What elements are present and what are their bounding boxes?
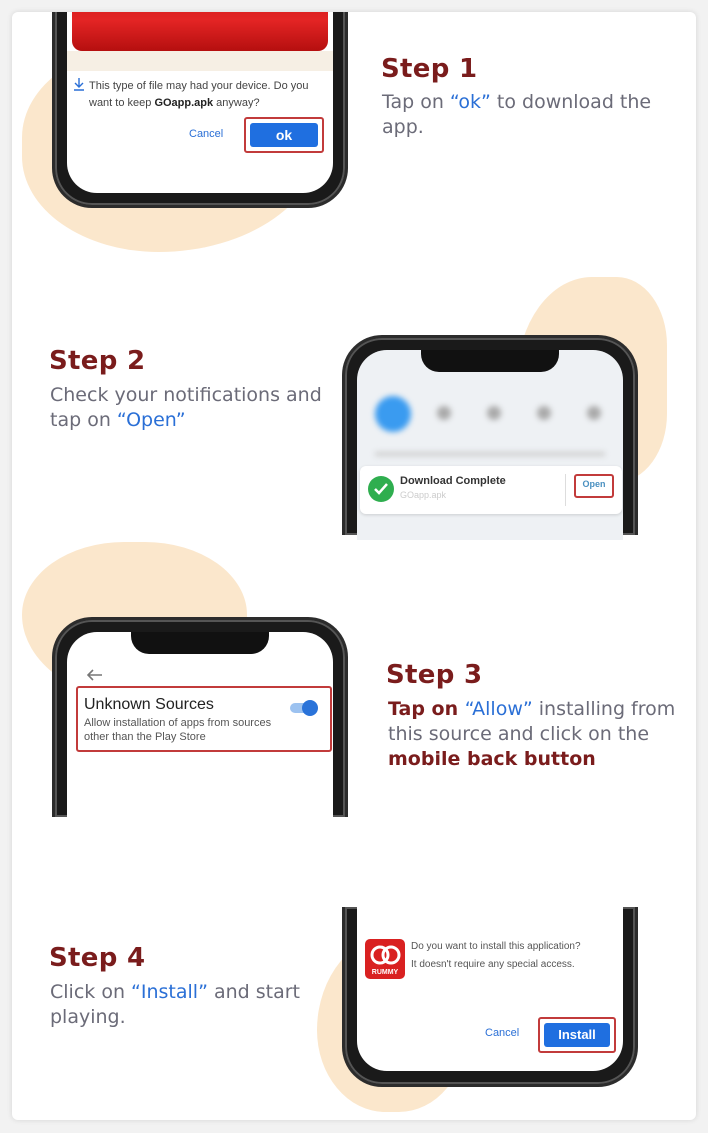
step3-title: Step 3 xyxy=(386,660,483,690)
step3-text-hl: “Allow” xyxy=(464,698,533,720)
notification-card[interactable]: Download Complete GOapp.apk Open xyxy=(360,466,622,514)
check-circle-icon xyxy=(368,476,394,502)
blurred-quick-settings xyxy=(357,372,623,472)
step2-text: Check your notifications and tap on “Ope… xyxy=(50,383,340,433)
install-question-2: It doesn't require any special access. xyxy=(411,959,575,970)
download-icon xyxy=(73,77,85,91)
notification-subtitle: GOapp.apk xyxy=(400,490,447,500)
step1-text: Tap on “ok” to download the app. xyxy=(382,90,682,140)
step2-title: Step 2 xyxy=(49,346,146,376)
step4-text-pre: Click on xyxy=(50,981,132,1003)
red-banner xyxy=(72,12,328,51)
banner-light xyxy=(67,51,333,71)
phone-notch-2 xyxy=(421,350,559,372)
step1-title: Step 1 xyxy=(381,54,478,84)
ok-button[interactable]: ok xyxy=(250,123,318,147)
rummy-app-icon: RUMMY xyxy=(365,939,405,979)
notification-divider xyxy=(565,474,566,506)
step2-text-hl: “Open” xyxy=(116,409,186,431)
phone-screen-4: RUMMY Do you want to install this applic… xyxy=(357,907,623,1071)
phone-frame-4: RUMMY Do you want to install this applic… xyxy=(342,907,638,1087)
phone-screen-3: Unknown Sources Allow installation of ap… xyxy=(67,632,333,822)
unknown-sources-title: Unknown Sources xyxy=(84,696,214,713)
phone-frame-1: This type of file may had your device. D… xyxy=(52,12,348,208)
step3-text: Tap on “Allow” installing from this sour… xyxy=(388,697,688,772)
phone-notch-3 xyxy=(131,632,269,654)
dialog-filename: GOapp.apk xyxy=(154,97,214,109)
back-arrow-icon[interactable] xyxy=(86,668,103,681)
step1-text-hl: “ok” xyxy=(449,91,491,113)
rummy-badge: RUMMY xyxy=(371,969,399,976)
step1-text-pre: Tap on xyxy=(382,91,450,113)
step3-text-a: Tap on xyxy=(388,698,465,720)
instructions-card: This type of file may had your device. D… xyxy=(12,12,696,1120)
phone-frame-3: Unknown Sources Allow installation of ap… xyxy=(52,617,348,822)
notification-title: Download Complete xyxy=(400,475,506,487)
phone-frame-2: Download Complete GOapp.apk Open xyxy=(342,335,638,540)
step4-text-hl: “Install” xyxy=(131,981,208,1003)
phone-screen-2: Download Complete GOapp.apk Open xyxy=(357,350,623,540)
install-cancel-button[interactable]: Cancel xyxy=(485,1027,519,1039)
dialog-line-2-pre: want to keep xyxy=(89,97,155,109)
dialog-cancel-button[interactable]: Cancel xyxy=(189,128,223,140)
phone-screen-1: This type of file may had your device. D… xyxy=(67,12,333,193)
step3-text-c: mobile back button xyxy=(388,748,596,770)
toggle-on-icon[interactable] xyxy=(290,700,318,716)
dialog-line-1: This type of file may had your device. D… xyxy=(89,80,309,92)
install-button[interactable]: Install xyxy=(544,1023,610,1047)
open-button[interactable]: Open xyxy=(574,479,614,489)
step4-text: Click on “Install” and start playing. xyxy=(50,980,320,1030)
dialog-text: This type of file may had your device. D… xyxy=(89,78,329,112)
dialog-line-2-post: anyway? xyxy=(213,97,260,109)
unknown-sources-desc: Allow installation of apps from sources … xyxy=(84,717,272,743)
step4-title: Step 4 xyxy=(49,943,146,973)
install-question-1: Do you want to install this application? xyxy=(411,941,581,952)
step2-text-pre: Check your notifications and tap on xyxy=(50,384,322,431)
